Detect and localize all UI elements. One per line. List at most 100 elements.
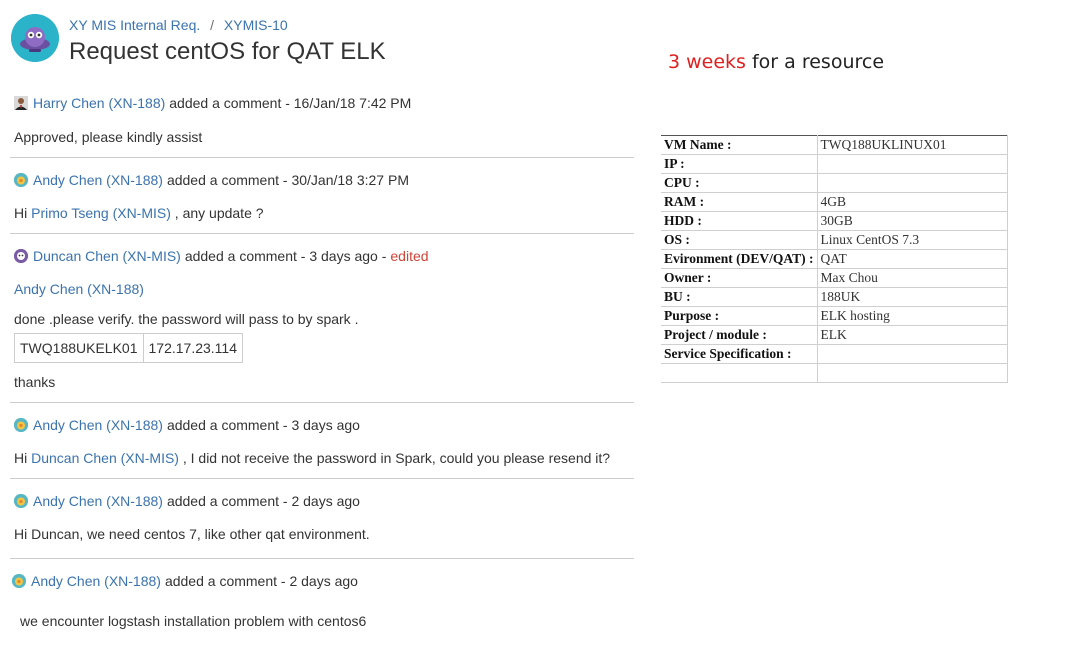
edited-link[interactable]: edited [390, 248, 428, 264]
spec-key: BU : [661, 287, 818, 307]
comment-body: Hi Duncan, we need centos 7, like other … [14, 526, 370, 542]
spec-key: Evironment (DEV/QAT) : [661, 249, 818, 269]
spec-value: ELK [817, 325, 1008, 345]
comment-header: Harry Chen (XN-188) added a comment - 16… [14, 95, 411, 111]
comment-meta: added a comment - 2 days ago [164, 573, 358, 589]
spec-key: Project / module : [661, 325, 818, 345]
spec-row: VM Name : TWQ188UKLINUX01 [661, 135, 1008, 155]
comment-header: Duncan Chen (XN-MIS) added a comment - 3… [14, 248, 429, 264]
comment-author-link[interactable]: Andy Chen (XN-188) [33, 493, 163, 509]
comment-header: Andy Chen (XN-188) added a comment - 2 d… [14, 493, 360, 509]
comment-author-link[interactable]: Harry Chen (XN-188) [33, 95, 165, 111]
comment-author-link[interactable]: Andy Chen (XN-188) [33, 417, 163, 433]
comment-meta: added a comment - 3 days ago [166, 417, 360, 433]
spec-row: Owner : Max Chou [661, 268, 1008, 288]
comment-text: , any update ? [170, 205, 264, 221]
comment-meta: added a comment - 16/Jan/18 7:42 PM [169, 95, 412, 111]
breadcrumb-separator: / [210, 17, 215, 33]
spec-value: ELK hosting [817, 306, 1008, 326]
user-mention-link[interactable]: Primo Tseng (XN-MIS) [31, 205, 171, 221]
spec-key: Service Specification : [661, 344, 818, 364]
comment-body: Hi Primo Tseng (XN-MIS) , any update ? [14, 205, 264, 221]
spec-row: BU :188UK [661, 287, 1008, 307]
spec-value: Linux CentOS 7.3 [817, 230, 1008, 250]
comment: Andy Chen (XN-188) added a comment - 2 d… [10, 478, 634, 559]
spec-key [661, 363, 818, 383]
breadcrumb: XY MIS Internal Req. / XYMIS-10 [69, 17, 288, 33]
comment-body: we encounter logstash installation probl… [20, 613, 367, 629]
spec-value: 4GB [817, 192, 1008, 212]
spec-row: HDD :30GB [661, 211, 1008, 231]
comment: Harry Chen (XN-188) added a comment - 16… [10, 90, 634, 158]
project-avatar-icon [11, 14, 59, 62]
comment-author-link[interactable]: Duncan Chen (XN-MIS) [33, 248, 181, 264]
spec-value: TWQ188UKLINUX01 [817, 135, 1008, 155]
project-avatar[interactable] [11, 14, 59, 62]
spec-key: RAM : [661, 192, 818, 212]
spec-key: VM Name : [661, 135, 818, 155]
comment-author-link[interactable]: Andy Chen (XN-188) [31, 573, 161, 589]
comment-body: Approved, please kindly assist [14, 129, 203, 145]
tagline-highlight: 3 weeks [668, 51, 746, 73]
issue-title: Request centOS for QAT ELK [69, 38, 386, 65]
spec-row: Purpose : ELK hosting [661, 306, 1008, 326]
breadcrumb-project-link[interactable]: XY MIS Internal Req. [69, 17, 200, 33]
spec-key: Owner : [661, 268, 818, 288]
user-mention-link[interactable]: Andy Chen (XN-188) [14, 281, 144, 297]
comment-text: Hi [14, 450, 32, 466]
vm-spec-table-body: VM Name : TWQ188UKLINUX01 IP : CPU : RAM :4G… [661, 135, 1008, 383]
spec-value: QAT [817, 249, 1008, 269]
comment-header: Andy Chen (XN-188) added a comment - 30/… [14, 172, 409, 188]
comment-body: Hi Duncan Chen (XN-MIS) , I did not rece… [14, 450, 610, 466]
comment-header: Andy Chen (XN-188) added a comment - 3 d… [14, 417, 360, 433]
comment-body: done .please verify. the password will p… [14, 311, 359, 327]
vm-spec-table: VM Name : TWQ188UKLINUX01 IP : CPU : RAM :4G… [661, 135, 1008, 383]
spec-row: Service Specification : [661, 344, 1008, 364]
spec-key: CPU : [661, 173, 818, 193]
spec-value [817, 173, 1008, 193]
breadcrumb-issue-link[interactable]: XYMIS-10 [224, 17, 288, 33]
spec-row: CPU : [661, 173, 1008, 193]
user-avatar-icon [12, 574, 26, 588]
user-avatar-icon [14, 418, 28, 432]
tagline: 3 weeks for a resource [668, 51, 884, 73]
comment: Andy Chen (XN-188) added a comment - 30/… [10, 157, 634, 234]
spec-value [817, 344, 1008, 364]
spec-row [661, 363, 1008, 383]
comment: Andy Chen (XN-188) added a comment - 2 d… [10, 558, 634, 648]
spec-value [817, 154, 1008, 174]
comment-body: Andy Chen (XN-188) [14, 281, 144, 297]
comment-body: thanks [14, 374, 56, 390]
user-avatar-icon [14, 96, 28, 110]
comment: Duncan Chen (XN-MIS) added a comment - 3… [10, 233, 634, 403]
credentials-table: TWQ188UKELK01 172.17.23.114 [14, 333, 243, 363]
user-mention-link[interactable]: Duncan Chen (XN-MIS) [31, 450, 179, 466]
spec-key: HDD : [661, 211, 818, 231]
spec-row: RAM :4GB [661, 192, 1008, 212]
user-avatar-icon [14, 249, 28, 263]
spec-value: 188UK [817, 287, 1008, 307]
spec-row: OS : Linux CentOS 7.3 [661, 230, 1008, 250]
comment-header: Andy Chen (XN-188) added a comment - 2 d… [12, 573, 358, 589]
spec-key: OS : [661, 230, 818, 250]
spec-value [817, 363, 1008, 383]
tagline-text: for a resource [745, 51, 885, 73]
comment-text: Hi [14, 205, 32, 221]
user-avatar-icon [14, 494, 28, 508]
spec-row: Project / module : ELK [661, 325, 1008, 345]
table-cell-ip: 172.17.23.114 [142, 333, 243, 363]
comment-meta: added a comment - 30/Jan/18 3:27 PM [166, 172, 409, 188]
comment-author-link[interactable]: Andy Chen (XN-188) [33, 172, 163, 188]
table-row: TWQ188UKELK01 172.17.23.114 [14, 333, 243, 363]
comment-meta: added a comment - 3 days ago - [184, 248, 387, 264]
spec-value: Max Chou [817, 268, 1008, 288]
credentials-table-wrap: TWQ188UKELK01 172.17.23.114 [14, 333, 243, 363]
comment-text: , I did not receive the password in Spar… [178, 450, 611, 466]
comment-meta: added a comment - 2 days ago [166, 493, 360, 509]
user-avatar-icon [14, 173, 28, 187]
spec-key: IP : [661, 154, 818, 174]
spec-row: IP : [661, 154, 1008, 174]
spec-key: Purpose : [661, 306, 818, 326]
spec-value: 30GB [817, 211, 1008, 231]
table-cell-hostname: TWQ188UKELK01 [14, 333, 144, 363]
